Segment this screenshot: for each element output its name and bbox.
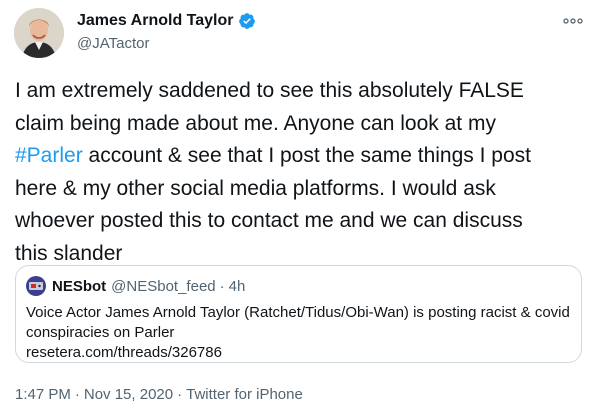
author-avatar[interactable] bbox=[14, 8, 64, 58]
quoted-link[interactable]: resetera.com/threads/326786 bbox=[26, 343, 571, 363]
tweet-line: #Parler account & see that I post the sa… bbox=[15, 140, 585, 173]
tweet-line: whoever posted this to contact me and we… bbox=[15, 209, 523, 233]
quoted-author-avatar-icon[interactable] bbox=[26, 276, 46, 296]
tweet-text: I am extremely saddened to see this abso… bbox=[15, 75, 585, 271]
profile-photo-icon bbox=[14, 8, 64, 58]
tweet-line: here & my other social media platforms. … bbox=[15, 176, 496, 200]
meta-separator: · bbox=[177, 386, 183, 403]
tweet-line: I am extremely saddened to see this abso… bbox=[15, 79, 524, 102]
tweet-time[interactable]: 1:47 PM bbox=[15, 386, 71, 403]
meta-separator: · bbox=[74, 386, 80, 403]
tweet-date[interactable]: Nov 15, 2020 bbox=[84, 386, 173, 403]
tweet-line: claim being made about me. Anyone can lo… bbox=[15, 111, 496, 135]
tweet-source[interactable]: Twitter for iPhone bbox=[186, 386, 303, 403]
author-display-name[interactable]: James Arnold Taylor bbox=[77, 12, 234, 30]
quoted-tweet[interactable]: NESbot @NESbot_feed · 4h Voice Actor Jam… bbox=[15, 265, 582, 363]
verified-badge-icon bbox=[238, 12, 256, 30]
hashtag-link[interactable]: #Parler bbox=[15, 144, 83, 167]
tweet-metadata: 1:47 PM · Nov 15, 2020 · Twitter for iPhone bbox=[15, 386, 303, 403]
tweet-line-rest: account & see that I post the same thing… bbox=[82, 144, 531, 168]
quoted-line: conspiracies on Parler bbox=[26, 324, 175, 341]
quoted-separator: · bbox=[219, 277, 225, 295]
quoted-tweet-header: NESbot @NESbot_feed · 4h bbox=[26, 276, 245, 296]
quoted-tweet-body: Voice Actor James Arnold Taylor (Ratchet… bbox=[26, 303, 571, 363]
more-options-icon[interactable] bbox=[562, 12, 584, 30]
quoted-author-handle[interactable]: @NESbot_feed bbox=[111, 278, 215, 295]
quoted-author-name[interactable]: NESbot bbox=[52, 278, 106, 295]
quoted-timestamp[interactable]: 4h bbox=[229, 278, 246, 295]
tweet: James Arnold Taylor @JATactor I am extre… bbox=[0, 0, 598, 420]
author-name-row: James Arnold Taylor bbox=[77, 12, 256, 30]
author-handle[interactable]: @JATactor bbox=[77, 35, 149, 52]
quoted-line: Voice Actor James Arnold Taylor (Ratchet… bbox=[26, 304, 570, 321]
